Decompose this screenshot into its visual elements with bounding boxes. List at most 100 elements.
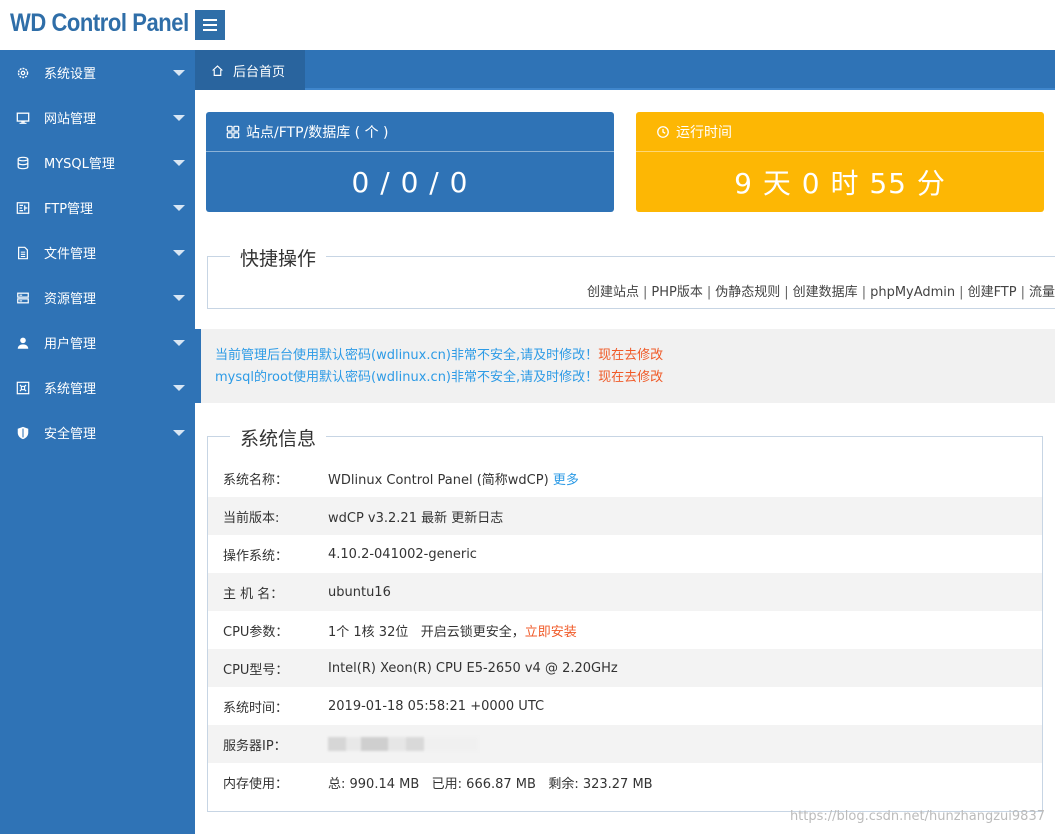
separator: | [959,285,964,300]
separator: | [784,285,789,300]
sites-ftp-db-card: 站点/FTP/数据库 ( 个 ) 0 / 0 / 0 [206,112,614,212]
sidebar-item-ftp-management[interactable]: FTP管理 [0,185,195,230]
sidebar-item-system-settings[interactable]: 系统设置 [0,50,195,95]
table-row: 内存使用： 总: 990.14 MB 已用: 666.87 MB 剩余: 323… [208,763,1042,801]
quick-actions-links: 创建站点 | PHP版本 | 伪静态规则 | 创建数据库 | phpMyAdmin | 创建FTP |… [587,281,1055,300]
redacted-ip [328,737,478,751]
monitor-icon [16,111,30,125]
hamburger-icon [203,19,217,31]
warning-text: mysql的root使用默认密码(wdlinux.cn)非常不安全,请及时修改！ [215,370,599,385]
quick-link-rewrite-rules[interactable]: 伪静态规则 [715,285,780,300]
system-info-table: 系统名称： WDlinux Control Panel (简称wdCP) 更多 … [208,459,1042,801]
sidebar-item-label: 资源管理 [44,292,97,307]
sidebar-item-label: 文件管理 [44,247,97,262]
caret-down-icon [173,385,185,391]
database-icon [16,156,30,170]
separator: | [1020,285,1025,300]
quick-link-create-site[interactable]: 创建站点 [587,285,639,300]
tab-label: 后台首页 [233,64,286,80]
top-header: WD Control Panel [0,0,1055,50]
os-value: 4.10.2-041002-generic [328,546,477,562]
change-admin-password-link[interactable]: 现在去修改 [598,348,663,363]
home-icon [212,64,223,76]
settings-icon [16,381,30,395]
warning-text: 当前管理后台使用默认密码(wdlinux.cn)非常不安全,请及时修改！ [215,348,599,363]
table-row: 操作系统： 4.10.2-041002-generic [208,535,1042,573]
uptime-card: 运行时间 9 天 0 时 55 分 [636,112,1044,212]
card-title-text: 站点/FTP/数据库 ( 个 ) [246,124,389,141]
quick-link-create-ftp[interactable]: 创建FTP [968,285,1017,300]
table-row: 主 机 名： ubuntu16 [208,573,1042,611]
sidebar-item-label: 安全管理 [44,427,97,442]
caret-down-icon [173,250,185,256]
sidebar: 系统设置 网站管理 MYSQL管理 FTP管理 文件管理 资源管理 用户管理 系… [0,50,195,834]
sidebar-item-mysql-management[interactable]: MYSQL管理 [0,140,195,185]
sidebar-item-label: FTP管理 [44,202,94,217]
info-key: 系统时间： [223,700,289,716]
info-value: 1个 1核 32位 开启云锁更安全，立即安装 [328,611,1042,649]
menu-toggle-button[interactable] [195,10,225,40]
caret-down-icon [173,430,185,436]
table-row: CPU参数： 1个 1核 32位 开启云锁更安全，立即安装 [208,611,1042,649]
sidebar-item-label: 用户管理 [44,337,97,352]
quick-actions-legend: 快捷操作 [230,244,327,271]
cpu-model-value: Intel(R) Xeon(R) CPU E5-2650 v4 @ 2.20GH… [328,660,618,676]
warning-line: mysql的root使用默认密码(wdlinux.cn)非常不安全,请及时修改！… [215,367,1055,389]
sidebar-item-label: 系统管理 [44,382,97,397]
info-key: 操作系统： [223,548,289,564]
system-info-panel: 系统信息 系统名称： WDlinux Control Panel (简称wdCP… [207,424,1043,812]
sidebar-item-label: 系统设置 [44,67,97,82]
user-icon [16,336,30,350]
caret-down-icon [173,70,185,76]
tab-dashboard-home[interactable]: 后台首页 [195,50,305,90]
sidebar-item-security-management[interactable]: 安全管理 [0,410,195,455]
warning-line: 当前管理后台使用默认密码(wdlinux.cn)非常不安全,请及时修改！现在去修… [215,345,1055,367]
security-warning-box: 当前管理后台使用默认密码(wdlinux.cn)非常不安全,请及时修改！现在去修… [195,329,1055,403]
ftp-icon [16,201,30,215]
grid-icon [226,125,240,138]
quick-link-php-version[interactable]: PHP版本 [651,285,702,300]
quick-link-phpmyadmin[interactable]: phpMyAdmin [870,285,955,300]
card-title: 运行时间 [636,112,1044,152]
info-key: 内存使用： [223,776,289,792]
info-key: 系统名称： [223,472,289,488]
server-icon [16,291,30,305]
info-key: 主 机 名： [223,586,284,602]
sidebar-item-user-management[interactable]: 用户管理 [0,320,195,365]
caret-down-icon [173,160,185,166]
tab-bar: 后台首页 [195,50,1055,90]
separator: | [861,285,867,300]
clock-icon [657,125,669,138]
app-logo[interactable]: WD Control Panel [10,9,189,38]
sidebar-item-file-management[interactable]: 文件管理 [0,230,195,275]
system-info-legend: 系统信息 [230,424,327,451]
sidebar-item-label: MYSQL管理 [44,157,115,172]
table-row: 系统名称： WDlinux Control Panel (简称wdCP) 更多 [208,459,1042,497]
change-mysql-password-link[interactable]: 现在去修改 [598,370,663,385]
hostname-value: ubuntu16 [328,584,391,600]
sidebar-item-resource-management[interactable]: 资源管理 [0,275,195,320]
info-key: CPU型号： [223,662,289,678]
sidebar-item-site-management[interactable]: 网站管理 [0,95,195,140]
uptime-value: 9 天 0 时 55 分 [734,167,946,200]
watermark: https://blog.csdn.net/hunzhangzui9837 [789,809,1045,824]
caret-down-icon [173,205,185,211]
separator: | [643,285,648,300]
card-title: 站点/FTP/数据库 ( 个 ) [206,112,614,152]
cpu-params-value: 1个 1核 32位 开启云锁更安全， [328,624,525,640]
sidebar-item-label: 网站管理 [44,112,97,127]
quick-link-traffic[interactable]: 流量 [1029,285,1055,300]
card-title-text: 运行时间 [676,124,732,141]
sidebar-item-system-management[interactable]: 系统管理 [0,365,195,410]
version-value: wdCP v3.2.21 最新 更新日志 [328,510,504,526]
sites-ftp-db-count: 0 / 0 / 0 [351,165,469,199]
table-row: 服务器IP： [208,725,1042,763]
system-name-value: WDlinux Control Panel (简称wdCP) [328,472,549,488]
quick-link-create-database[interactable]: 创建数据库 [793,285,858,300]
info-value: WDlinux Control Panel (简称wdCP) 更多 [328,459,1042,497]
install-now-link[interactable]: 立即安装 [525,625,577,640]
more-link[interactable]: 更多 [553,473,579,488]
info-key: CPU参数： [223,624,289,640]
caret-down-icon [173,340,185,346]
table-row: 系统时间： 2019-01-18 05:58:21 +0000 UTC [208,687,1042,725]
